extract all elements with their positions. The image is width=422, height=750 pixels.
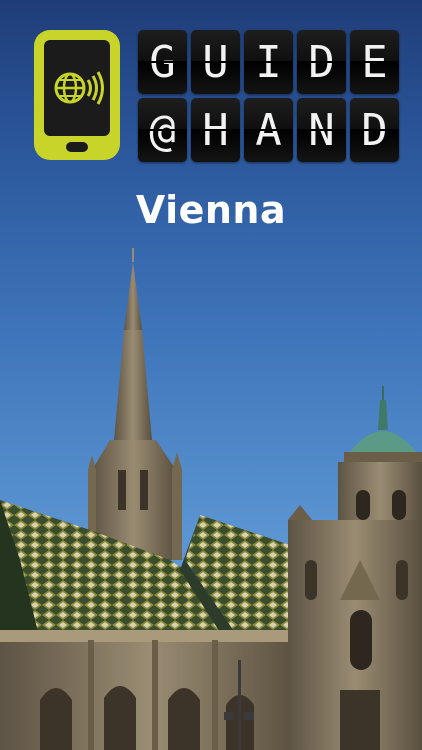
cathedral-spire [88, 248, 182, 560]
cathedral-nave [0, 630, 300, 750]
cathedral-right-tower [288, 386, 422, 750]
cathedral-photo [0, 248, 422, 750]
splash-screen: G U I D E @ H A N D Vienna [0, 0, 422, 750]
